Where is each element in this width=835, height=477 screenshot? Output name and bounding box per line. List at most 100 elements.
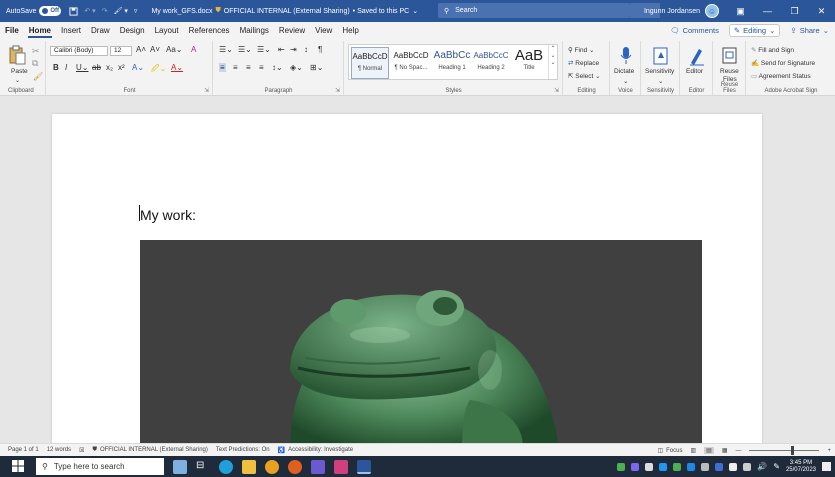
taskbar-search[interactable]: ⚲ Type here to search bbox=[36, 458, 164, 475]
tab-design[interactable]: Design bbox=[115, 22, 150, 39]
chevron-down-icon[interactable]: ⌄ bbox=[658, 77, 663, 85]
increase-indent-icon[interactable]: ⇥ bbox=[290, 45, 297, 54]
clock[interactable]: 3:45 PM 25/07/2023 bbox=[786, 460, 816, 474]
align-right-icon[interactable]: ≡ bbox=[246, 63, 251, 72]
font-color-icon[interactable]: A⌄ bbox=[171, 63, 183, 72]
justify-icon[interactable]: ≡ bbox=[259, 63, 264, 72]
proofing-icon[interactable]: ☒ bbox=[79, 447, 84, 454]
tab-layout[interactable]: Layout bbox=[150, 22, 184, 39]
style-no-spacing[interactable]: AaBbCcD ¶ No Spac... bbox=[391, 47, 431, 79]
word-icon[interactable] bbox=[357, 459, 371, 474]
editing-mode-button[interactable]: ✎ Editing ⌄ bbox=[728, 24, 781, 37]
format-painter-icon[interactable]: 🖌 bbox=[33, 72, 43, 81]
tray-app-icon-4[interactable] bbox=[659, 462, 668, 471]
font-dialog-launcher-icon[interactable]: ⇲ bbox=[204, 87, 209, 94]
styles-scroll[interactable]: ⌃ ⌄ ⌄ bbox=[548, 45, 557, 79]
widgets-icon[interactable] bbox=[173, 459, 187, 474]
comments-button[interactable]: 🗨 Comments bbox=[666, 25, 723, 36]
tray-app-icon-5[interactable] bbox=[673, 462, 682, 471]
shield-icon[interactable] bbox=[715, 462, 724, 471]
tab-help[interactable]: Help bbox=[337, 22, 363, 39]
highlight-icon[interactable]: 🖉⌄ bbox=[151, 63, 166, 77]
strikethrough-icon[interactable]: ab bbox=[92, 63, 101, 72]
tab-review[interactable]: Review bbox=[274, 22, 310, 39]
bold-icon[interactable]: B bbox=[53, 63, 59, 72]
accessibility-status[interactable]: ♿ Accessibility: Investigate bbox=[278, 447, 354, 454]
agreement-status-button[interactable]: ▭ Agreement Status bbox=[751, 72, 811, 80]
select-button[interactable]: ⇱ Select ⌄ bbox=[568, 72, 601, 80]
document-heading[interactable]: My work: bbox=[140, 207, 196, 223]
search-bar[interactable]: ⚲ Search bbox=[438, 3, 630, 18]
web-layout-icon[interactable]: ▦ bbox=[722, 447, 728, 454]
tab-file[interactable]: File bbox=[0, 22, 24, 39]
notification-icon[interactable] bbox=[822, 462, 831, 471]
dictate-label[interactable]: Dictate bbox=[614, 68, 634, 75]
fill-and-sign-button[interactable]: ✎ Fill and Sign bbox=[751, 46, 794, 54]
tray-app-icon-3[interactable] bbox=[645, 462, 654, 471]
paragraph-dialog-launcher-icon[interactable]: ⇲ bbox=[335, 87, 340, 94]
read-mode-icon[interactable]: ▥ bbox=[690, 447, 696, 454]
pen-icon[interactable]: ✎ bbox=[773, 462, 780, 471]
volume-icon[interactable]: 🔊 bbox=[757, 462, 767, 471]
text-predictions-status[interactable]: Text Predictions: On bbox=[216, 447, 270, 453]
customize-qat-icon[interactable]: ▿ bbox=[134, 7, 138, 15]
cut-icon[interactable]: ✂ bbox=[32, 46, 40, 57]
undo-icon[interactable]: ↶ ▾ bbox=[84, 7, 95, 15]
sensitivity-icon[interactable] bbox=[652, 46, 672, 66]
find-button[interactable]: ⚲ Find ⌄ bbox=[568, 46, 595, 54]
clear-formatting-icon[interactable]: A bbox=[191, 45, 196, 54]
chevron-down-icon[interactable]: ⌄ bbox=[15, 77, 20, 84]
underline-icon[interactable]: U⌄ bbox=[76, 63, 88, 72]
save-icon[interactable] bbox=[69, 6, 78, 16]
align-left-icon[interactable]: ≡ bbox=[219, 63, 226, 72]
decrease-indent-icon[interactable]: ⇤ bbox=[278, 45, 285, 54]
styles-dialog-launcher-icon[interactable]: ⇲ bbox=[554, 87, 559, 94]
chrome-icon[interactable] bbox=[265, 459, 279, 474]
document-page[interactable]: My work: bbox=[52, 114, 762, 443]
sort-icon[interactable]: ↕ bbox=[304, 45, 308, 54]
sensitivity-status[interactable]: ⛊ OFFICIAL INTERNAL (External Sharing) bbox=[92, 447, 207, 454]
tab-draw[interactable]: Draw bbox=[86, 22, 115, 39]
line-spacing-icon[interactable]: ↕⌄ bbox=[272, 63, 283, 72]
zoom-slider-thumb[interactable] bbox=[791, 446, 795, 455]
page-count[interactable]: Page 1 of 1 bbox=[8, 447, 39, 453]
close-icon[interactable]: ✕ bbox=[808, 0, 835, 22]
autosave-toggle[interactable]: Off bbox=[39, 6, 62, 16]
show-formatting-icon[interactable]: ¶ bbox=[318, 45, 322, 54]
microphone-icon[interactable] bbox=[619, 46, 639, 66]
wifi-icon[interactable] bbox=[729, 462, 738, 471]
style-normal[interactable]: AaBbCcD ¶ Normal bbox=[351, 47, 389, 79]
sensitivity-label[interactable]: Sensitivity bbox=[645, 68, 674, 75]
user-name[interactable]: Ingunn Jordansen bbox=[644, 8, 700, 15]
document-canvas[interactable]: My work: bbox=[0, 96, 835, 443]
file-explorer-icon[interactable] bbox=[242, 459, 256, 474]
chevron-down-icon[interactable]: ⌄ bbox=[623, 77, 628, 85]
subscript-icon[interactable]: x₂ bbox=[106, 63, 113, 72]
multilevel-list-icon[interactable]: ☰⌄ bbox=[257, 45, 271, 54]
tab-view[interactable]: View bbox=[310, 22, 337, 39]
zoom-in-icon[interactable]: + bbox=[827, 448, 831, 454]
tray-app-icon-7[interactable] bbox=[701, 462, 710, 471]
superscript-icon[interactable]: x² bbox=[118, 63, 125, 72]
minimize-icon[interactable]: — bbox=[754, 0, 781, 22]
italic-icon[interactable]: I bbox=[65, 63, 67, 72]
tray-app-icon-1[interactable] bbox=[617, 462, 626, 471]
tab-mailings[interactable]: Mailings bbox=[235, 22, 274, 39]
style-heading-1[interactable]: AaBbCc Heading 1 bbox=[433, 47, 471, 79]
format-painter-icon[interactable]: 🖌 ▾ bbox=[114, 7, 128, 15]
teams-icon[interactable] bbox=[311, 459, 325, 474]
restore-icon[interactable]: ❐ bbox=[781, 0, 808, 22]
zoom-slider[interactable] bbox=[749, 446, 820, 455]
jade-toad-image[interactable] bbox=[140, 240, 702, 443]
task-view-icon[interactable]: ⊟ bbox=[196, 460, 210, 474]
editor-label[interactable]: Editor bbox=[686, 68, 703, 75]
photos-icon[interactable] bbox=[334, 459, 348, 474]
replace-button[interactable]: ⇄ Replace bbox=[568, 59, 599, 67]
align-center-icon[interactable]: ≡ bbox=[233, 63, 238, 72]
redo-icon[interactable]: ↷ bbox=[102, 7, 108, 15]
paste-label[interactable]: Paste bbox=[11, 68, 28, 75]
shading-icon[interactable]: ◈⌄ bbox=[290, 63, 303, 72]
tray-app-icon-2[interactable] bbox=[631, 462, 640, 471]
send-for-signature-button[interactable]: ✍ Send for Signature bbox=[751, 59, 815, 67]
tab-insert[interactable]: Insert bbox=[56, 22, 86, 39]
